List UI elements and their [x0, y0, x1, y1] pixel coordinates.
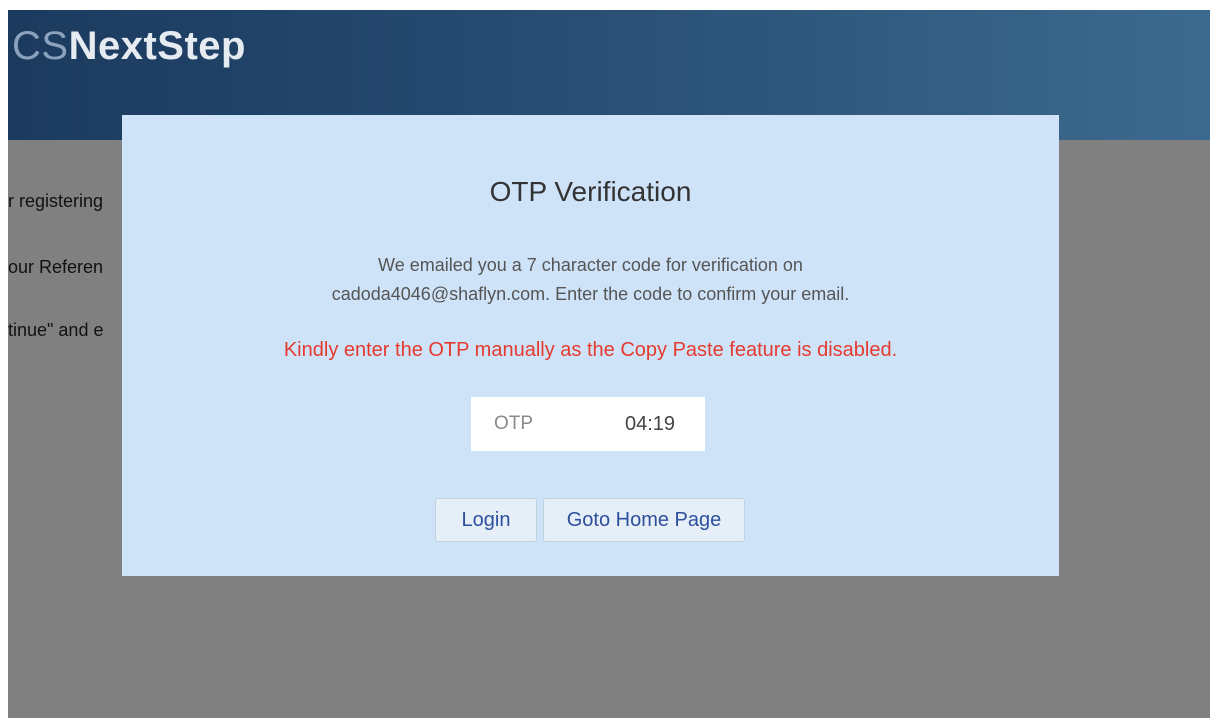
brand-logo: CSNextStep [12, 18, 246, 74]
otp-input[interactable] [471, 397, 621, 451]
background-text-line: our Referen [8, 257, 104, 277]
modal-description-line: We emailed you a 7 character code for ve… [378, 255, 803, 275]
modal-description: We emailed you a 7 character code for ve… [122, 251, 1059, 309]
otp-countdown-timer: 04:19 [625, 413, 676, 435]
modal-title: OTP Verification [489, 176, 692, 207]
otp-field-container: 04:19 [471, 397, 705, 451]
goto-home-page-button[interactable]: Goto Home Page [543, 498, 745, 542]
app-viewport: CSNextStep r registering our Referen tin… [8, 10, 1210, 718]
background-text-line: tinue" and e [8, 320, 104, 340]
brand-prefix: CS [12, 24, 69, 68]
brand-name: NextStep [68, 24, 246, 68]
background-text-line: r registering [8, 191, 104, 211]
login-button[interactable]: Login [435, 498, 537, 542]
modal-description-line: cadoda4046@shaflyn.com. Enter the code t… [331, 284, 850, 304]
copy-paste-warning: Kindly enter the OTP manually as the Cop… [283, 339, 898, 361]
otp-verification-modal: OTP Verification We emailed you a 7 char… [122, 115, 1059, 576]
